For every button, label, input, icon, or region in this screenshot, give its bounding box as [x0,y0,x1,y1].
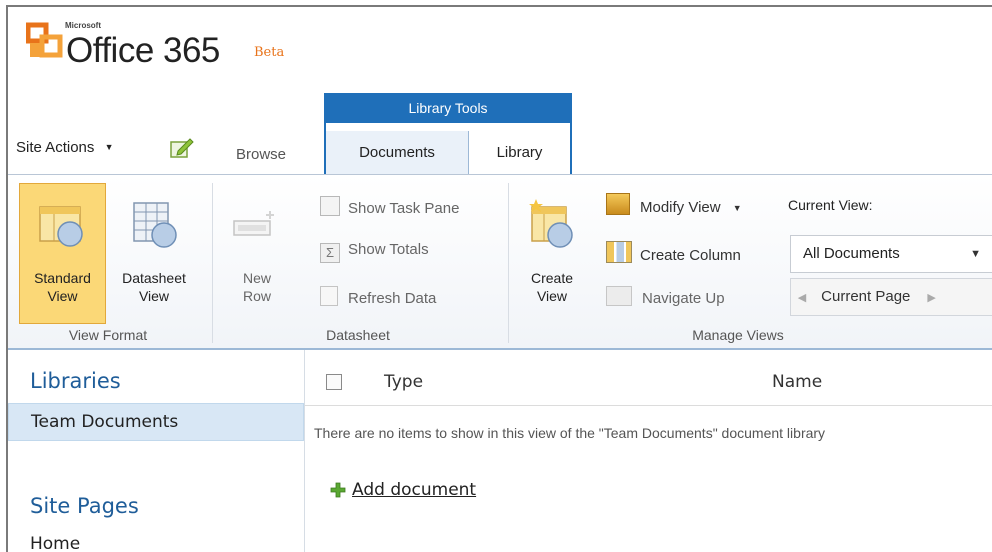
select-all-checkbox[interactable] [326,374,342,390]
brand-product: Office 365 [66,31,220,70]
create-view-button[interactable]: Create View [522,269,582,305]
site-actions-menu[interactable]: Site Actions ▼ [16,139,113,156]
navigate-up-button[interactable]: Navigate Up [606,286,725,307]
datasheet-view-button[interactable]: Datasheet View [108,269,200,305]
column-header-name[interactable]: Name [772,372,822,392]
current-page-pager: ◀ Current Page ▶ [790,278,992,316]
manage-views-group-label: Manage Views [692,327,784,343]
standard-view-label: Standard View [34,270,91,304]
show-totals-button[interactable]: Σ Show Totals [320,241,429,263]
edit-page-icon[interactable] [168,135,196,161]
tab-documents[interactable]: Documents [326,131,469,175]
nav-item-home[interactable]: Home [30,534,80,552]
next-page-icon[interactable]: ▶ [921,280,943,316]
chevron-down-icon: ▼ [104,142,114,152]
sigma-icon: Σ [320,243,340,263]
view-format-group-label: View Format [68,327,148,343]
ribbon-separator [212,183,213,343]
current-view-label: Current View: [788,197,873,213]
brand-microsoft: Microsoft [65,21,101,30]
column-header-type[interactable]: Type [384,372,423,392]
show-task-pane-button[interactable]: Show Task Pane [320,196,459,217]
library-tools-group: Library Tools [324,93,572,123]
standard-view-icon [36,203,88,251]
ribbon-bottom-border [8,348,992,350]
dropdown-arrow-icon: ▼ [970,248,981,260]
refresh-icon [320,286,338,306]
tab-browse[interactable]: Browse [236,146,286,163]
navigate-up-icon [606,286,632,306]
datasheet-view-icon [128,199,180,251]
dropdown-arrow-icon: ▼ [732,203,742,213]
task-pane-icon [320,196,340,216]
create-view-icon [524,195,580,251]
create-column-button[interactable]: Create Column [606,241,741,264]
current-page-label: Current Page [821,288,911,305]
new-row-icon [230,207,280,249]
office-logo-icon [25,21,64,61]
create-column-icon [606,241,632,263]
refresh-data-button[interactable]: Refresh Data [320,286,436,307]
libraries-heading[interactable]: Libraries [30,369,121,393]
plus-icon [330,482,346,498]
site-pages-heading[interactable]: Site Pages [30,494,139,518]
modify-view-icon [606,193,630,215]
previous-page-icon[interactable]: ◀ [791,280,813,316]
ribbon-separator [508,183,509,343]
current-view-select[interactable]: All Documents ▼ [790,235,992,273]
modify-view-button[interactable]: Modify View ▼ [606,193,742,216]
empty-list-message: There are no items to show in this view … [314,425,826,441]
site-actions-label: Site Actions [16,139,95,156]
tab-library[interactable]: Library [469,131,570,175]
nav-item-team-documents[interactable]: Team Documents [8,403,304,441]
add-document-link[interactable]: Add document [352,480,476,500]
app-window: Microsoft Office 365 Beta Site Actions ▼… [6,5,992,552]
new-row-button[interactable]: New Row [222,269,292,305]
brand-badge: Beta [254,45,285,60]
datasheet-group-label: Datasheet [326,327,390,343]
